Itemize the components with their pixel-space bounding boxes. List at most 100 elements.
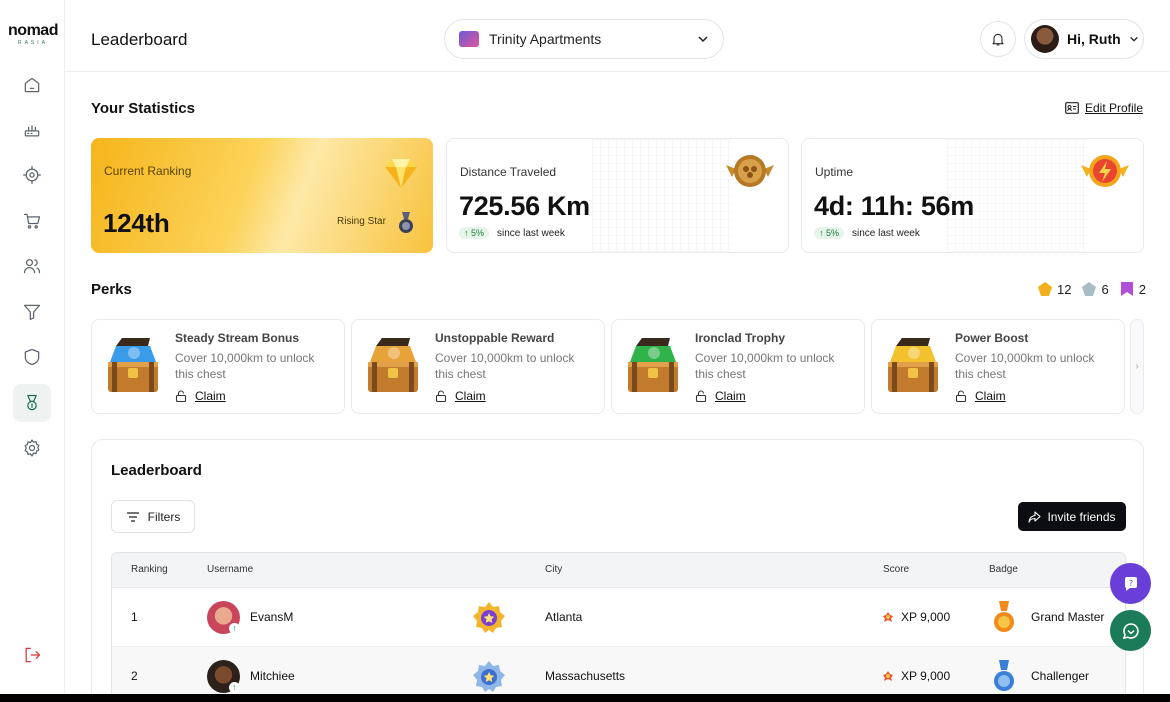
xp-flame-icon	[883, 671, 893, 681]
row-rank: 2	[131, 669, 138, 683]
current-ranking-card: Current Ranking 124th Rising Star	[91, 138, 433, 253]
table-row[interactable]: 2 ↑ Mitchiee Massachusetts XP 9,000 Chal…	[112, 647, 1125, 694]
users-icon	[23, 259, 41, 274]
property-thumbnail	[459, 31, 479, 47]
sidebar-item-target[interactable]	[13, 156, 51, 194]
perk-card: Unstoppable Reward Cover 10,000km to unl…	[351, 319, 605, 414]
brand-logo[interactable]: nomad RASIA	[7, 22, 59, 46]
col-score[interactable]: Score	[883, 564, 909, 575]
rank-up-icon: ↑	[229, 623, 240, 634]
perk-description: Cover 10,000km to unlock this chest	[955, 351, 1095, 381]
badge-medal-icon	[994, 601, 1014, 632]
uptime-label: Uptime	[815, 165, 854, 179]
distance-since: since last week	[497, 227, 565, 239]
perk-counts: 12 6 2	[1027, 281, 1146, 297]
logout-button[interactable]	[13, 636, 51, 674]
claim-label: Claim	[195, 389, 226, 403]
row-username: Mitchiee	[250, 669, 295, 683]
edit-profile-link[interactable]: Edit Profile	[1065, 101, 1143, 115]
property-selector[interactable]: Trinity Apartments	[444, 19, 724, 59]
leaderboard-title: Leaderboard	[111, 462, 202, 479]
perks-title: Perks	[91, 281, 132, 298]
gold-count-value: 12	[1057, 281, 1072, 297]
perk-card: Steady Stream Bonus Cover 10,000km to un…	[91, 319, 345, 414]
user-menu[interactable]: Hi, Ruth	[1024, 19, 1144, 59]
col-ranking[interactable]: Ranking	[131, 564, 168, 575]
sidebar-item-leaderboard[interactable]	[13, 384, 51, 422]
card-decoration	[592, 139, 732, 252]
claim-button[interactable]: Claim	[695, 389, 746, 403]
claim-label: Claim	[975, 389, 1006, 403]
distance-badge-icon	[726, 155, 774, 187]
logout-icon	[25, 647, 41, 663]
topbar: Leaderboard Trinity Apartments Hi, Ruth	[65, 0, 1170, 72]
user-greeting: Hi, Ruth	[1067, 31, 1121, 47]
filter-lines-icon	[126, 511, 139, 522]
sidebar-item-home[interactable]	[13, 66, 51, 104]
row-score: XP 9,000	[883, 610, 950, 624]
perk-description: Cover 10,000km to unlock this chest	[435, 351, 575, 381]
chat-button[interactable]	[1110, 610, 1151, 651]
rank-badge-icon	[473, 602, 505, 633]
claim-button[interactable]: Claim	[175, 389, 226, 403]
uptime-value: 4d: 11h: 56m	[814, 191, 974, 221]
bottom-edge	[0, 694, 1170, 702]
purple-count: 2	[1119, 281, 1146, 297]
silver-count: 6	[1081, 281, 1109, 297]
silver-count-value: 6	[1101, 281, 1109, 297]
invite-friends-button[interactable]: Invite friends	[1018, 502, 1126, 531]
sidebar-item-store[interactable]	[13, 202, 51, 240]
tier-medal-icon	[399, 212, 413, 233]
chevron-right-icon: ›	[1135, 361, 1139, 372]
logo-text: nomad	[8, 22, 58, 39]
perks-scroll-right[interactable]: ›	[1130, 319, 1144, 414]
row-city: Atlanta	[545, 610, 583, 624]
logo-subtext: RASIA	[17, 40, 48, 46]
perk-card: Power Boost Cover 10,000km to unlock thi…	[871, 319, 1125, 414]
silver-pentagon-icon	[1082, 282, 1097, 296]
claim-button[interactable]: Claim	[955, 389, 1006, 403]
ranking-value: 124th	[103, 208, 170, 238]
table-row[interactable]: 1 ↑ EvansM Atlanta XP 9,000 Grand Master	[112, 588, 1125, 647]
notifications-button[interactable]	[980, 21, 1016, 57]
unlock-icon	[695, 390, 707, 402]
col-badge[interactable]: Badge	[989, 564, 1018, 575]
rank-up-icon: ↑	[229, 682, 240, 693]
purple-count-value: 2	[1138, 281, 1146, 297]
row-rank: 1	[131, 610, 138, 624]
perk-card: Ironclad Trophy Cover 10,000km to unlock…	[611, 319, 865, 414]
sidebar-item-settings[interactable]	[13, 429, 51, 467]
distance-value: 725.56 Km	[459, 191, 590, 221]
table-body: 1 ↑ EvansM Atlanta XP 9,000 Grand Master…	[112, 588, 1125, 694]
app-root: nomad RASIA Leaderboard Trinity Apartmen…	[0, 0, 1170, 702]
row-badge-name: Grand Master	[1031, 610, 1105, 624]
gold-count: 12	[1037, 281, 1071, 297]
sidebar-item-users[interactable]	[13, 247, 51, 285]
sidebar-item-funnel[interactable]	[13, 293, 51, 331]
uptime-trend: ↑ 5% since last week	[814, 227, 920, 239]
help-button[interactable]: ?	[1110, 563, 1151, 604]
shield-icon	[24, 348, 40, 366]
sidebar-item-devices[interactable]	[13, 111, 51, 149]
sidebar-item-security[interactable]	[13, 338, 51, 376]
treasure-chest-icon	[628, 338, 678, 392]
claim-button[interactable]: Claim	[435, 389, 486, 403]
main-content: Your Statistics Edit Profile Current Ran…	[65, 72, 1170, 694]
col-city[interactable]: City	[545, 564, 562, 575]
statistics-title: Your Statistics	[91, 100, 195, 117]
table-header: Ranking Username City Score Badge	[112, 553, 1125, 588]
gear-icon	[24, 439, 40, 457]
gold-pentagon-icon	[1038, 282, 1052, 296]
filters-button[interactable]: Filters	[111, 500, 195, 533]
distance-trend: ↑ 5% since last week	[459, 227, 565, 239]
chevron-down-icon	[1129, 36, 1138, 42]
treasure-chest-icon	[368, 338, 418, 392]
diamond-icon	[385, 159, 417, 188]
treasure-chest-icon	[888, 338, 938, 392]
sidebar: nomad RASIA	[0, 0, 65, 694]
claim-label: Claim	[715, 389, 746, 403]
col-username[interactable]: Username	[207, 564, 253, 575]
router-icon	[24, 125, 40, 137]
chat-bubble-icon	[1122, 622, 1139, 639]
distance-label: Distance Traveled	[460, 165, 557, 179]
